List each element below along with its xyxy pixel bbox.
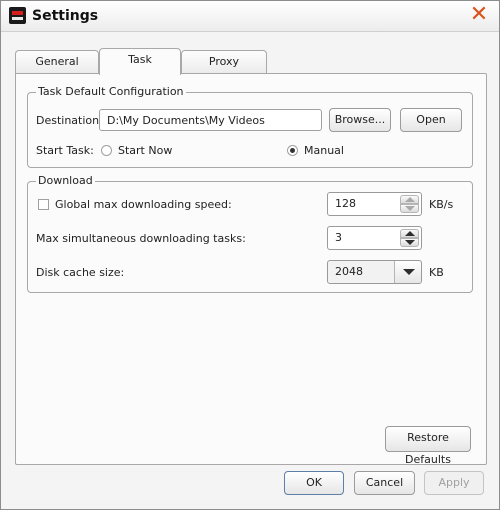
download-group-title: Download [36, 174, 95, 187]
tab-general[interactable]: General [15, 50, 99, 73]
apply-button[interactable]: Apply [424, 471, 484, 495]
cache-dropdown-button[interactable] [394, 261, 421, 283]
settings-window: Settings ✕ General Task Proxy Task Defau… [0, 0, 500, 510]
tasks-up-button[interactable] [400, 229, 419, 238]
cancel-button[interactable]: Cancel [354, 471, 415, 495]
tasks-spinner-arrows [400, 229, 419, 247]
speed-limit-checkbox[interactable] [38, 199, 49, 210]
arrow-down-icon [405, 206, 415, 211]
start-now-label: Start Now [118, 144, 173, 157]
start-task-label: Start Task: [36, 144, 94, 157]
arrow-up-icon [405, 197, 415, 202]
cache-label: Disk cache size: [36, 266, 125, 279]
speed-up-button[interactable] [400, 195, 419, 204]
ok-button[interactable]: OK [284, 471, 344, 495]
open-button[interactable]: Open [400, 108, 462, 132]
destination-label: Destination: [36, 114, 103, 127]
cache-unit: KB [429, 266, 444, 279]
speed-label: Global max downloading speed: [55, 198, 232, 211]
tab-task[interactable]: Task [99, 48, 181, 75]
task-config-group-title: Task Default Configuration [36, 85, 186, 98]
app-icon [9, 7, 26, 24]
arrow-down-icon [405, 240, 415, 245]
browse-button[interactable]: Browse... [329, 108, 391, 132]
app-icon-top [12, 11, 23, 15]
task-panel: Task Default Configuration Destination: … [15, 73, 487, 466]
app-icon-bottom [12, 17, 23, 20]
cache-value: 2048 [335, 265, 363, 278]
manual-label: Manual [304, 144, 344, 157]
tasks-value: 3 [335, 231, 342, 244]
tasks-spinner[interactable]: 3 [327, 226, 422, 250]
title-bar: Settings ✕ [1, 1, 499, 32]
speed-value: 128 [335, 197, 356, 210]
window-title: Settings [32, 8, 99, 24]
download-group: Download Global max downloading speed: 1… [27, 174, 473, 293]
cache-combo[interactable]: 2048 [327, 260, 422, 284]
task-config-group: Task Default Configuration Destination: … [27, 85, 473, 168]
start-now-radio[interactable] [101, 145, 112, 156]
speed-down-button[interactable] [400, 204, 419, 213]
speed-spinner[interactable]: 128 [327, 192, 422, 216]
tab-proxy[interactable]: Proxy [181, 50, 267, 73]
restore-defaults-button[interactable]: Restore Defaults [385, 426, 471, 466]
manual-radio[interactable] [287, 145, 298, 156]
arrow-up-icon [405, 231, 415, 236]
close-icon[interactable]: ✕ [467, 3, 491, 27]
destination-field[interactable] [99, 109, 322, 131]
speed-spinner-arrows [400, 195, 419, 213]
tasks-down-button[interactable] [400, 238, 419, 247]
tasks-label: Max simultaneous downloading tasks: [36, 232, 246, 245]
speed-unit: KB/s [429, 198, 454, 211]
chevron-down-icon [403, 269, 415, 275]
